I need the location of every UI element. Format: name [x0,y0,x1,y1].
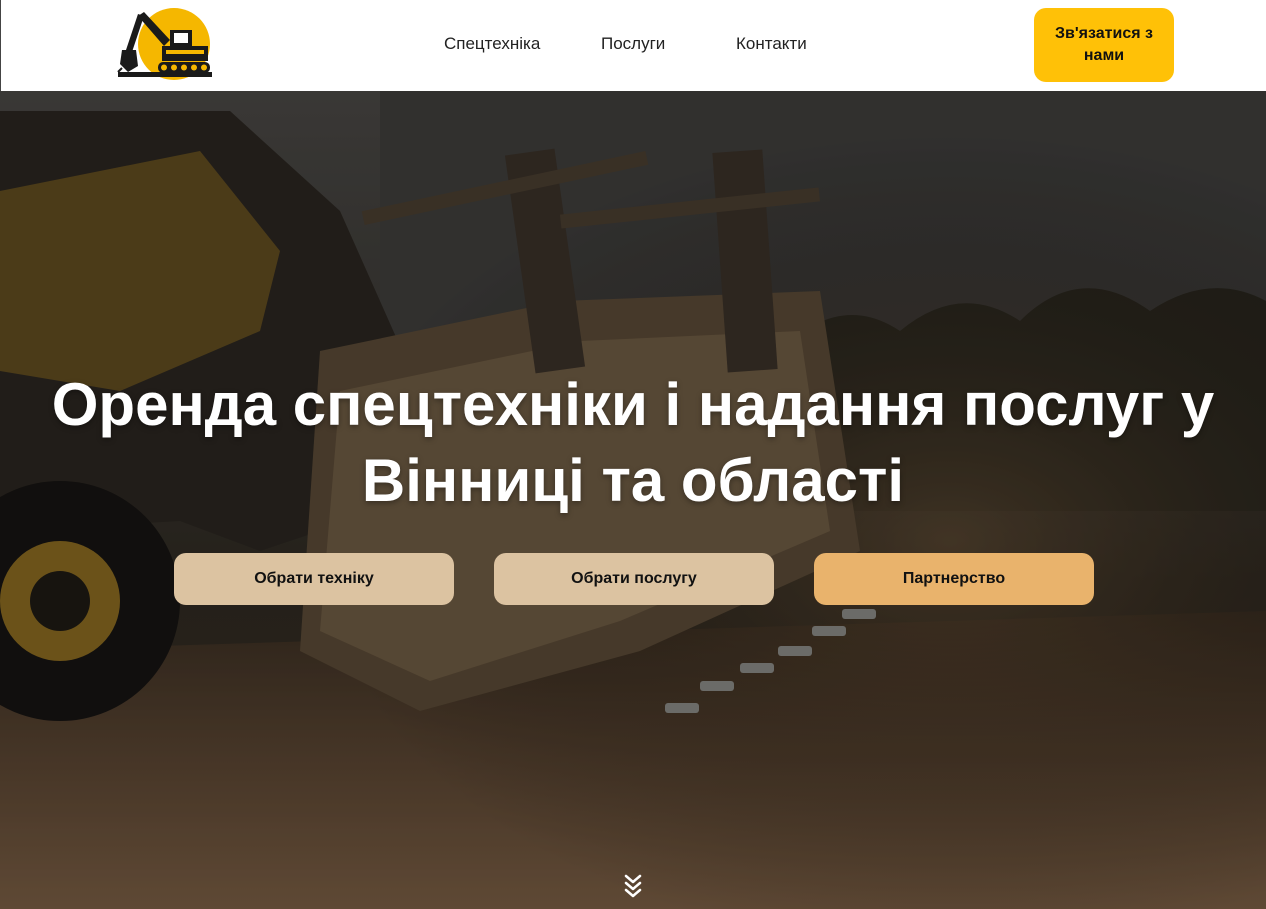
partnership-button[interactable]: Партнерство [814,553,1094,605]
hero-section: Оренда спецтехніки і надання послуг у Ві… [0,91,1266,909]
choose-equipment-button[interactable]: Обрати техніку [174,553,454,605]
hero-title: Оренда спецтехніки і надання послуг у Ві… [51,371,1215,514]
choose-service-button[interactable]: Обрати послугу [494,553,774,605]
site-header: Спецтехніка Послуги Контакти Зв'язатися … [0,0,1266,91]
nav-link-equipment[interactable]: Спецтехніка [444,34,540,54]
double-chevron-down-icon[interactable] [623,872,643,900]
nav-link-services[interactable]: Послуги [601,34,665,54]
contact-us-button[interactable]: Зв'язатися з нами [1034,8,1174,82]
nav-link-contacts[interactable]: Контакти [736,34,807,54]
page: Спецтехніка Послуги Контакти Зв'язатися … [0,0,1266,909]
